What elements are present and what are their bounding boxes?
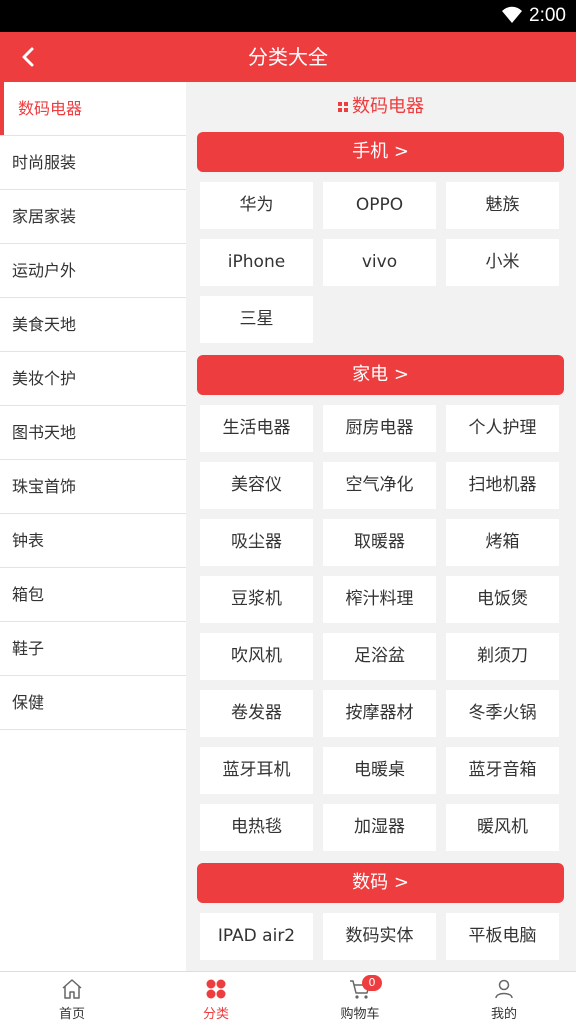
tab-label: 我的 xyxy=(490,1007,517,1022)
tab-home[interactable]: 首页 xyxy=(0,972,144,1024)
wifi-icon xyxy=(500,5,524,30)
category-icon xyxy=(204,977,228,1001)
tab-cart[interactable]: 0 购物车 xyxy=(288,972,432,1024)
appliances-grid: 生活电器 厨房电器 个人护理 美容仪 空气净化 扫地机器 吸尘器 取暖器 烤箱 … xyxy=(186,395,576,863)
sidebar-item-health[interactable]: 保健 xyxy=(0,676,186,730)
category-cell[interactable]: OPPO xyxy=(323,182,436,229)
user-icon xyxy=(492,977,516,1001)
category-cell[interactable]: 三星 xyxy=(200,296,313,343)
category-cell[interactable]: 蓝牙音箱 xyxy=(446,747,559,794)
tab-label: 购物车 xyxy=(340,1007,380,1022)
category-cell[interactable]: 厨房电器 xyxy=(323,405,436,452)
category-cell[interactable]: 生活电器 xyxy=(200,405,313,452)
grid-dots-icon xyxy=(338,82,348,132)
status-time: 2:00 xyxy=(529,5,566,26)
category-cell[interactable]: 按摩器材 xyxy=(323,690,436,737)
section-header-digital[interactable]: 数码 > xyxy=(197,863,564,903)
sidebar-item-beauty[interactable]: 美妆个护 xyxy=(0,352,186,406)
category-cell[interactable]: 暖风机 xyxy=(446,804,559,851)
category-sidebar: 数码电器 时尚服装 家居家装 运动户外 美食天地 美妆个护 图书天地 珠宝首饰 … xyxy=(0,82,186,972)
category-cell[interactable]: 足浴盆 xyxy=(323,633,436,680)
content-title-text: 数码电器 xyxy=(352,96,424,117)
category-cell[interactable]: 剃须刀 xyxy=(446,633,559,680)
category-cell[interactable]: 吹风机 xyxy=(200,633,313,680)
category-cell[interactable]: 美容仪 xyxy=(200,462,313,509)
tab-category[interactable]: 分类 xyxy=(144,972,288,1024)
tab-label: 首页 xyxy=(58,1007,85,1022)
category-cell[interactable]: 电暖桌 xyxy=(323,747,436,794)
category-cell[interactable]: 个人护理 xyxy=(446,405,559,452)
category-cell[interactable]: 电热毯 xyxy=(200,804,313,851)
cart-badge: 0 xyxy=(362,975,382,991)
category-cell[interactable]: 豆浆机 xyxy=(200,576,313,623)
category-cell[interactable]: 取暖器 xyxy=(323,519,436,566)
category-cell[interactable]: vivo xyxy=(323,239,436,286)
category-cell[interactable]: 蓝牙耳机 xyxy=(200,747,313,794)
sidebar-item-watches[interactable]: 钟表 xyxy=(0,514,186,568)
category-cell[interactable]: 加湿器 xyxy=(323,804,436,851)
category-cell[interactable]: iPhone xyxy=(200,239,313,286)
category-cell[interactable]: 烤箱 xyxy=(446,519,559,566)
category-cell[interactable]: IPAD air2 xyxy=(200,913,313,960)
sidebar-item-home[interactable]: 家居家装 xyxy=(0,190,186,244)
status-bar: 2:00 xyxy=(0,0,576,32)
content-title: 数码电器 xyxy=(186,82,576,132)
category-cell[interactable]: 榨汁料理 xyxy=(323,576,436,623)
category-cell[interactable]: 卷发器 xyxy=(200,690,313,737)
sidebar-item-fashion[interactable]: 时尚服装 xyxy=(0,136,186,190)
sidebar-item-shoes[interactable]: 鞋子 xyxy=(0,622,186,676)
category-cell[interactable]: 华为 xyxy=(200,182,313,229)
category-cell[interactable]: 吸尘器 xyxy=(200,519,313,566)
sidebar-item-digital-appliances[interactable]: 数码电器 xyxy=(0,82,186,136)
sidebar-item-sports[interactable]: 运动户外 xyxy=(0,244,186,298)
page-title: 分类大全 xyxy=(248,45,328,69)
tab-mine[interactable]: 我的 xyxy=(432,972,576,1024)
sidebar-item-books[interactable]: 图书天地 xyxy=(0,406,186,460)
sidebar-item-food[interactable]: 美食天地 xyxy=(0,298,186,352)
category-cell[interactable]: 扫地机器 xyxy=(446,462,559,509)
tab-label: 分类 xyxy=(202,1007,229,1022)
section-header-phones[interactable]: 手机 > xyxy=(197,132,564,172)
category-cell[interactable]: 小米 xyxy=(446,239,559,286)
sidebar-item-jewelry[interactable]: 珠宝首饰 xyxy=(0,460,186,514)
app-header: 分类大全 xyxy=(0,32,576,82)
sidebar-item-bags[interactable]: 箱包 xyxy=(0,568,186,622)
phones-grid: 华为 OPPO 魅族 iPhone vivo 小米 三星 xyxy=(186,172,576,355)
digital-grid: IPAD air2 数码实体 平板电脑 xyxy=(186,903,576,972)
category-cell[interactable]: 数码实体 xyxy=(323,913,436,960)
category-content: 数码电器 手机 > 华为 OPPO 魅族 iPhone vivo 小米 三星 家… xyxy=(186,82,576,972)
category-cell[interactable]: 平板电脑 xyxy=(446,913,559,960)
category-cell[interactable]: 空气净化 xyxy=(323,462,436,509)
category-cell[interactable]: 电饭煲 xyxy=(446,576,559,623)
section-header-appliances[interactable]: 家电 > xyxy=(197,355,564,395)
home-icon xyxy=(60,977,84,1001)
category-cell[interactable]: 魅族 xyxy=(446,182,559,229)
category-cell[interactable]: 冬季火锅 xyxy=(446,690,559,737)
bottom-tab-bar: 首页 分类 0 购物车 我的 xyxy=(0,971,576,1024)
